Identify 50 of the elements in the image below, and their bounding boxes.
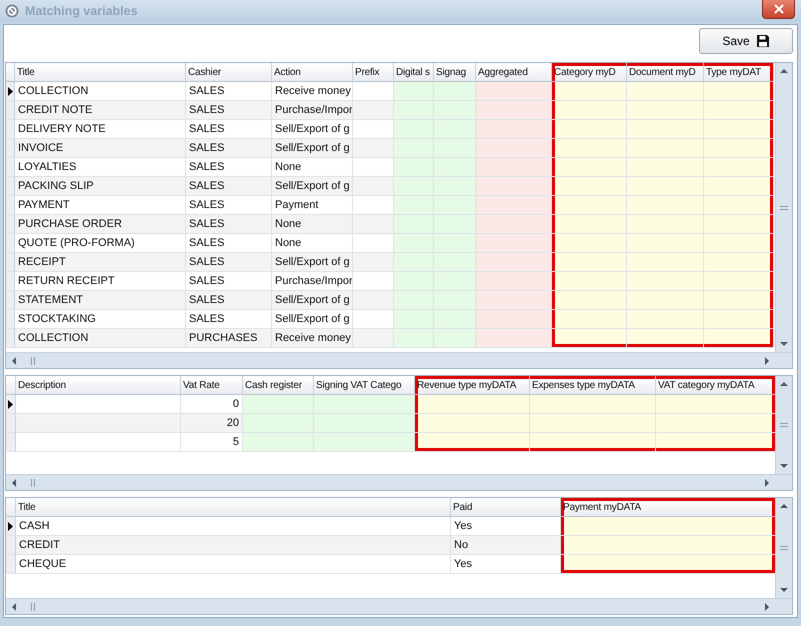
- table-cell: Receive money: [272, 329, 353, 348]
- column-header[interactable]: Type myDAT: [704, 63, 774, 82]
- horizontal-scrollbar[interactable]: [6, 352, 775, 368]
- row-pointer-icon: [8, 86, 12, 96]
- grip-icon: [780, 204, 788, 210]
- row-header[interactable]: [6, 395, 16, 414]
- column-header[interactable]: Cash register: [243, 376, 314, 395]
- close-icon: [774, 4, 784, 14]
- header-corner: [6, 376, 16, 395]
- column-header[interactable]: Vat Rate: [181, 376, 243, 395]
- row-header[interactable]: [6, 82, 15, 101]
- table-cell: COLLECTION: [15, 329, 186, 348]
- row-pointer-icon: [8, 400, 13, 408]
- vertical-scrollbar[interactable]: [775, 498, 792, 598]
- column-header[interactable]: Action: [272, 63, 353, 82]
- prohibited-icon: [5, 4, 19, 18]
- horizontal-scrollbar[interactable]: [6, 474, 775, 490]
- grip-icon: [30, 356, 36, 364]
- header-corner: [6, 63, 15, 82]
- column-header[interactable]: Document myD: [627, 63, 704, 82]
- column-header[interactable]: Digital s: [394, 63, 434, 82]
- table-cell: CHEQUE: [16, 555, 451, 574]
- column-header[interactable]: Title: [16, 498, 451, 517]
- window-title: Matching variables: [25, 4, 138, 18]
- scrollbar-corner: [775, 598, 792, 614]
- save-button[interactable]: Save: [699, 28, 793, 54]
- vertical-scrollbar[interactable]: [775, 376, 792, 474]
- column-header[interactable]: Expenses type myDATA: [530, 376, 656, 395]
- column-header[interactable]: Aggregated: [476, 63, 552, 82]
- close-button[interactable]: [762, 0, 795, 19]
- row-pointer-icon: [8, 522, 13, 530]
- grip-icon: [30, 478, 36, 486]
- column-header[interactable]: Prefix: [353, 63, 394, 82]
- grip-icon: [780, 422, 788, 428]
- column-header[interactable]: VAT category myDATA: [656, 376, 775, 395]
- column-header[interactable]: Signing VAT Catego: [314, 376, 415, 395]
- grip-icon: [780, 545, 788, 551]
- vertical-scrollbar[interactable]: [775, 63, 792, 352]
- column-header[interactable]: Paid: [451, 498, 561, 517]
- scrollbar-corner: [775, 352, 792, 368]
- column-header[interactable]: Signag: [434, 63, 476, 82]
- grip-icon: [30, 602, 36, 610]
- row-header[interactable]: [6, 517, 16, 536]
- table-cell: PURCHASES: [186, 329, 272, 348]
- column-header[interactable]: Description: [16, 376, 181, 395]
- horizontal-scrollbar[interactable]: [6, 598, 775, 614]
- column-header[interactable]: Title: [15, 63, 186, 82]
- header-corner: [6, 498, 16, 517]
- column-header[interactable]: Cashier: [186, 63, 272, 82]
- scrollbar-corner: [775, 474, 792, 490]
